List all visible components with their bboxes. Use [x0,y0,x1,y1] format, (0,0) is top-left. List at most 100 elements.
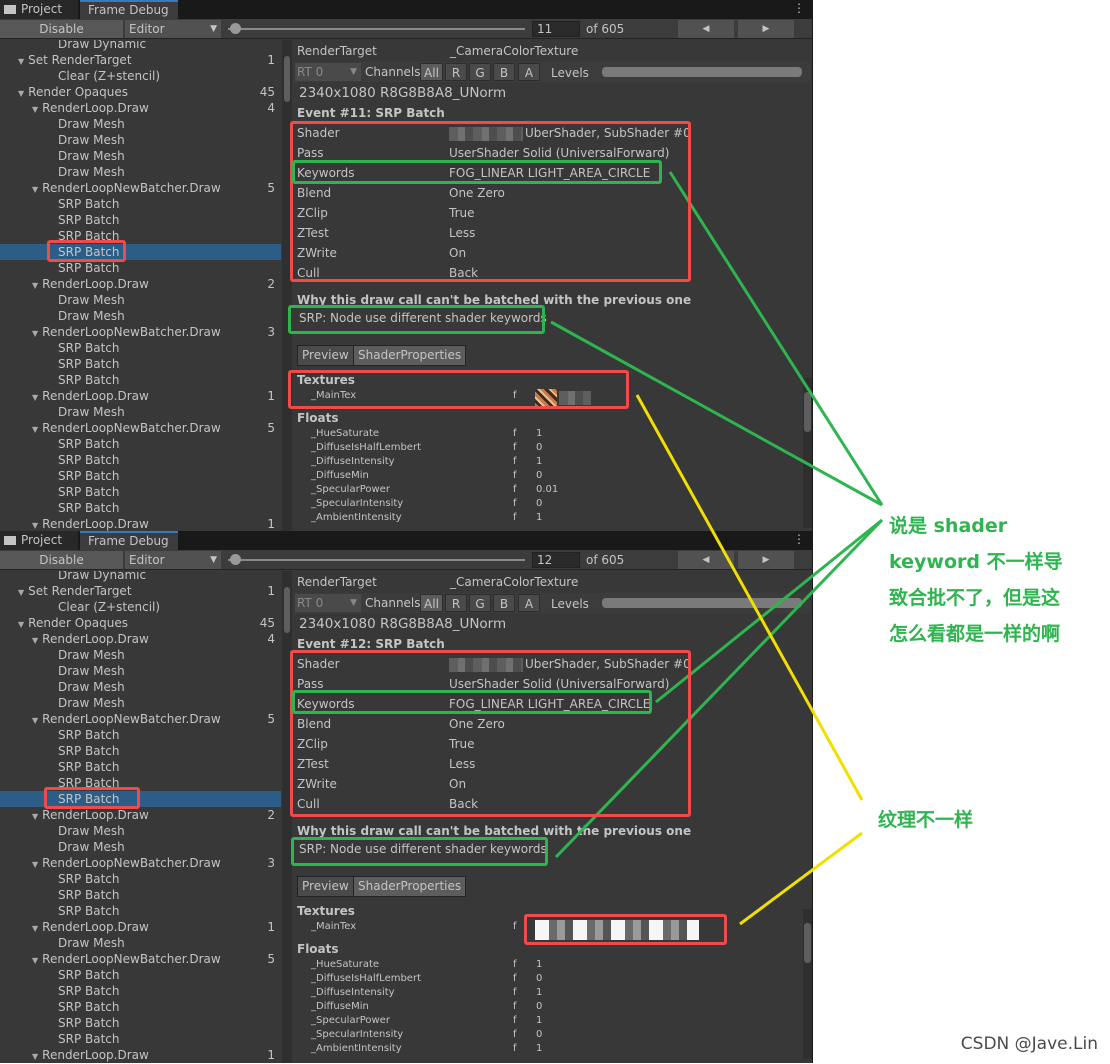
tree-row[interactable]: SRP Batch [0,871,281,887]
tree-scrollbar[interactable] [282,571,292,1063]
tree-row[interactable]: ▼ RenderLoop.Draw 2 [0,807,281,823]
tree-row[interactable]: SRP Batch [0,743,281,759]
tab-shader-properties[interactable]: ShaderProperties [353,876,467,897]
tree-row[interactable]: Draw Mesh [0,823,281,839]
tree-row[interactable]: Draw Mesh [0,935,281,951]
properties-scrollbar[interactable] [803,909,812,1059]
levels-slider[interactable] [602,598,802,608]
tree-row[interactable]: Draw Mesh [0,164,281,180]
channel-b-button[interactable]: B [493,63,515,81]
kebab-menu-icon[interactable]: ⋮ [793,532,805,546]
tree-row[interactable]: ▼ RenderLoop.Draw 2 [0,276,281,292]
tab-project[interactable]: Project [0,531,78,550]
tree-row[interactable]: ▼ RenderLoopNewBatcher.Draw 5 [0,420,281,436]
tree-row[interactable]: ▼ Render Opaques 45 [0,615,281,631]
tree-row[interactable]: Draw Mesh [0,647,281,663]
tree-row[interactable]: ▼ RenderLoopNewBatcher.Draw 3 [0,324,281,340]
tree-row[interactable]: ▼ RenderLoop.Draw 1 [0,516,281,532]
tree-row[interactable]: Draw Mesh [0,839,281,855]
tree-row[interactable]: Draw Mesh [0,148,281,164]
channel-a-button[interactable]: A [518,63,540,81]
tree-row[interactable]: ▼ RenderLoop.Draw 4 [0,100,281,116]
prev-frame-button[interactable]: ◀ [678,20,734,38]
tree-scrollbar-handle[interactable] [284,56,290,102]
disable-button[interactable]: Disable [0,551,123,569]
tree-row[interactable]: Draw Mesh [0,116,281,132]
tree-row[interactable]: SRP Batch [0,228,281,244]
rt-dropdown[interactable]: RT 0 ▼ [295,594,361,612]
tree-row[interactable]: SRP Batch [0,903,281,919]
properties-scrollbar-handle[interactable] [804,392,811,432]
tab-shader-properties[interactable]: ShaderProperties [353,345,467,366]
tree-row[interactable]: SRP Batch [0,452,281,468]
editor-dropdown[interactable]: Editor ▼ [125,551,221,569]
channel-g-button[interactable]: G [469,63,491,81]
tree-row[interactable]: ▼ Set RenderTarget 1 [0,583,281,599]
tree-row[interactable]: SRP Batch [0,484,281,500]
tree-row[interactable]: ▼ RenderLoopNewBatcher.Draw 5 [0,951,281,967]
tree-row[interactable]: ▼ RenderLoopNewBatcher.Draw 5 [0,711,281,727]
channel-all-button[interactable]: All [420,63,443,81]
tree-row[interactable]: Draw Mesh [0,132,281,148]
tree-row[interactable]: SRP Batch [0,727,281,743]
tree-row[interactable]: ▼ RenderLoop.Draw 1 [0,388,281,404]
tree-row[interactable]: SRP Batch [0,260,281,276]
tree-scrollbar[interactable] [282,40,292,532]
channel-a-button[interactable]: A [518,594,540,612]
tree-row[interactable]: ▼ RenderLoopNewBatcher.Draw 3 [0,855,281,871]
channel-b-button[interactable]: B [493,594,515,612]
tree-row[interactable]: SRP Batch [0,468,281,484]
channel-all-button[interactable]: All [420,594,443,612]
channel-r-button[interactable]: R [445,594,467,612]
tree-row[interactable]: SRP Batch [0,1015,281,1031]
tree-row[interactable]: Clear (Z+stencil) [0,599,281,615]
tree-row[interactable]: Clear (Z+stencil) [0,68,281,84]
tree-row[interactable]: SRP Batch [0,372,281,388]
tree-row[interactable]: ▼ RenderLoopNewBatcher.Draw 5 [0,180,281,196]
tree-row[interactable]: ▼ RenderLoop.Draw 1 [0,1047,281,1063]
tree-row[interactable]: Draw Mesh [0,695,281,711]
tree-row[interactable]: Draw Mesh [0,404,281,420]
frame-slider-track[interactable] [228,28,525,30]
tree-row[interactable]: Draw Dynamic [0,40,281,52]
tree-row[interactable]: ▼ Render Opaques 45 [0,84,281,100]
frame-number-field[interactable]: 11 [532,21,580,37]
properties-scrollbar[interactable] [803,378,812,528]
tab-project[interactable]: Project [0,0,78,19]
tree-row[interactable]: Draw Mesh [0,679,281,695]
tab-preview[interactable]: Preview [297,876,354,897]
prev-frame-button[interactable]: ◀ [678,551,734,569]
tree-row[interactable]: SRP Batch [0,500,281,516]
tree-row[interactable]: SRP Batch [0,887,281,903]
tab-frame-debug[interactable]: Frame Debug [80,0,178,19]
next-frame-button[interactable]: ▶ [738,551,794,569]
tree-row[interactable]: SRP Batch [0,759,281,775]
editor-dropdown[interactable]: Editor ▼ [125,20,221,38]
tab-frame-debug[interactable]: Frame Debug [80,531,178,550]
tree-row[interactable]: SRP Batch [0,775,281,791]
tree-row[interactable]: SRP Batch [0,999,281,1015]
tree-row[interactable]: ▼ RenderLoop.Draw 4 [0,631,281,647]
tree-row[interactable]: Draw Mesh [0,308,281,324]
tree-row[interactable]: SRP Batch [0,983,281,999]
frame-number-field[interactable]: 12 [532,552,580,568]
channel-r-button[interactable]: R [445,63,467,81]
tree-row[interactable]: SRP Batch [0,196,281,212]
tree-row[interactable]: SRP Batch [0,791,281,807]
tree-scrollbar-handle[interactable] [284,587,290,633]
frame-slider-track[interactable] [228,559,525,561]
tree-row[interactable]: SRP Batch [0,356,281,372]
tree-row[interactable]: Draw Dynamic [0,571,281,583]
tree-row[interactable]: SRP Batch [0,1031,281,1047]
tree-row[interactable]: ▼ Set RenderTarget 1 [0,52,281,68]
next-frame-button[interactable]: ▶ [738,20,794,38]
kebab-menu-icon[interactable]: ⋮ [793,1,805,15]
tree-row[interactable]: SRP Batch [0,967,281,983]
frame-slider-knob[interactable] [230,23,241,34]
tree-row[interactable]: SRP Batch [0,212,281,228]
tree-row[interactable]: Draw Mesh [0,663,281,679]
tree-row[interactable]: SRP Batch [0,340,281,356]
tab-preview[interactable]: Preview [297,345,354,366]
frame-slider-knob[interactable] [230,554,241,565]
tree-row[interactable]: Draw Mesh [0,292,281,308]
